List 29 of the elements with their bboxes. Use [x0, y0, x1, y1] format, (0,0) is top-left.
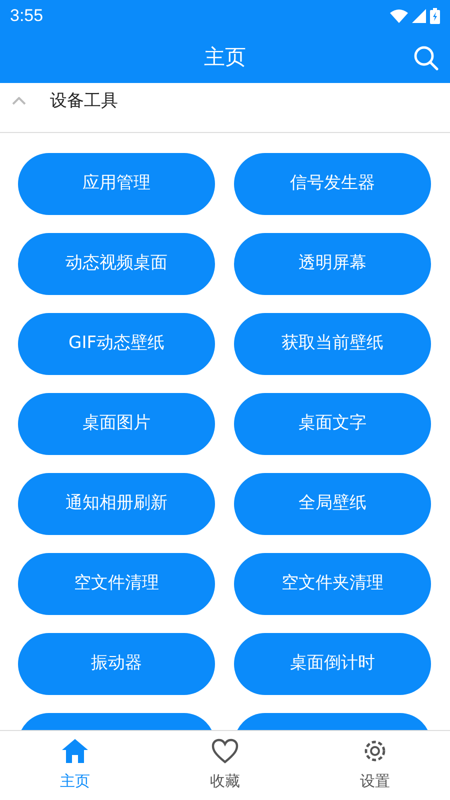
tool-button[interactable]: 空文件夹清理 [234, 553, 431, 615]
tool-button[interactable]: 应用管理 [18, 153, 215, 215]
wifi-icon [390, 9, 408, 23]
chevron-icon [12, 96, 26, 104]
page-title: 主页 [204, 44, 246, 71]
tool-button[interactable]: 获取当前壁纸 [234, 313, 431, 375]
nav-tab[interactable]: 主页 [0, 731, 150, 800]
nav-tab[interactable]: 收藏 [150, 731, 300, 800]
tool-button[interactable]: GIF动态壁纸 [18, 313, 215, 375]
battery-icon [430, 8, 440, 24]
tool-button[interactable]: 动态视频桌面 [18, 233, 215, 295]
home-icon [61, 738, 89, 764]
tool-button[interactable]: 桌面倒计时 [234, 633, 431, 695]
search-icon [413, 45, 439, 71]
tool-button[interactable]: 桌面文字 [234, 393, 431, 455]
tool-button[interactable]: 空文件清理 [18, 553, 215, 615]
search-button[interactable] [412, 44, 440, 72]
tool-button[interactable]: 透明屏幕 [234, 233, 431, 295]
tool-button[interactable]: 振动器 [18, 633, 215, 695]
heart-icon [211, 738, 239, 764]
section-header[interactable]: 设备工具 [0, 83, 450, 133]
tool-button[interactable]: 全局壁纸 [234, 473, 431, 535]
tool-button[interactable]: 桌面图片 [18, 393, 215, 455]
tool-button[interactable]: 信号发生器 [234, 153, 431, 215]
nav-tab[interactable]: 设置 [300, 731, 450, 800]
status-time: 3:55 [10, 5, 44, 28]
signal-icon [412, 9, 426, 23]
section-title: 设备工具 [50, 90, 118, 113]
tool-button[interactable]: 通知相册刷新 [18, 473, 215, 535]
